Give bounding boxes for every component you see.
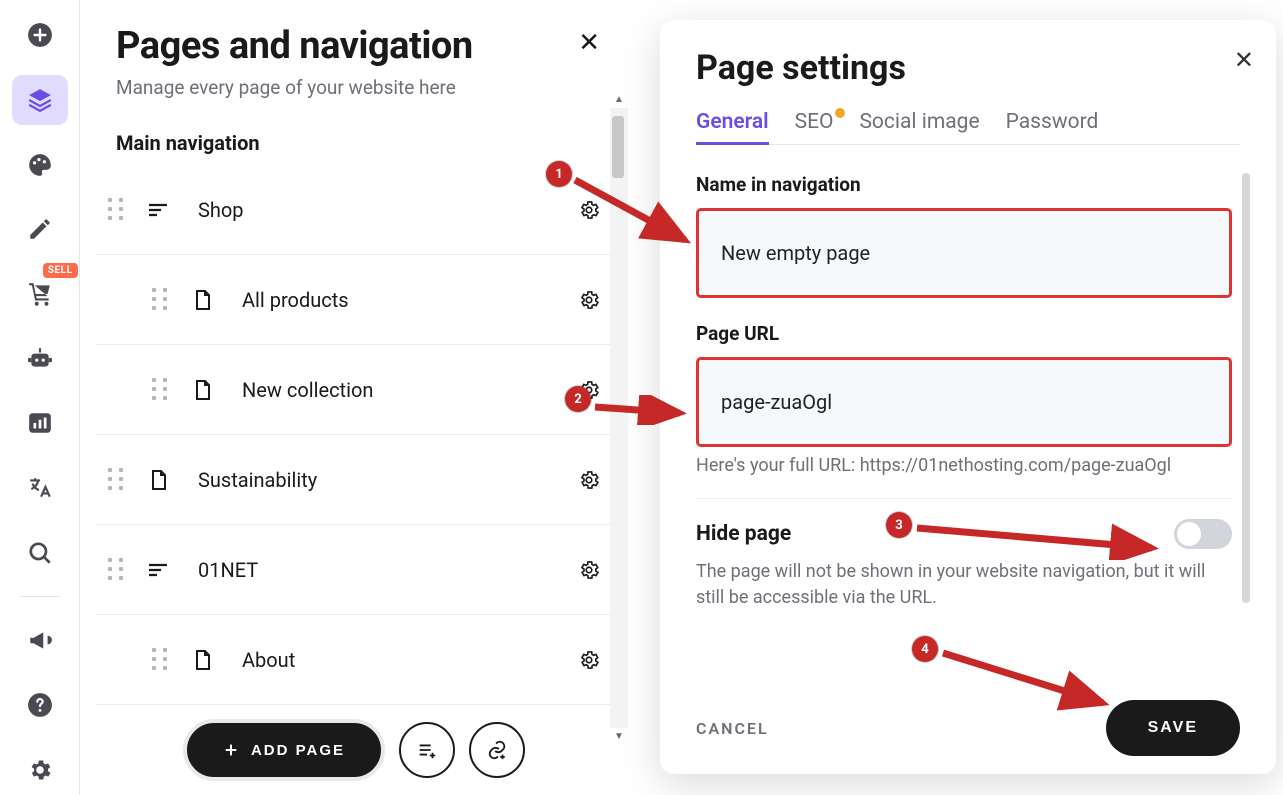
close-icon[interactable]: ✕	[1234, 46, 1254, 74]
tab-social-image[interactable]: Social image	[859, 110, 979, 144]
robot-icon	[27, 346, 53, 372]
plus-circle-icon	[27, 22, 53, 48]
rail-separator	[20, 596, 60, 597]
url-hint: Here's your full URL: https://01nethosti…	[696, 455, 1252, 476]
plus-icon	[223, 742, 239, 758]
add-page-label: ADD PAGE	[251, 742, 345, 759]
page-icon	[190, 648, 214, 672]
rail-settings[interactable]	[12, 744, 68, 795]
megaphone-icon	[27, 627, 53, 653]
rail-store[interactable]: SELL	[12, 269, 68, 320]
rail-search[interactable]	[12, 527, 68, 578]
cart-icon	[27, 281, 53, 307]
annotation-1: 1	[546, 161, 572, 187]
translate-icon	[27, 475, 53, 501]
drag-handle[interactable]	[108, 468, 126, 492]
close-icon[interactable]: ✕	[578, 30, 600, 56]
link-plus-icon	[486, 739, 508, 761]
palette-icon	[27, 152, 53, 178]
annotation-2: 2	[565, 386, 591, 412]
nav-item[interactable]: 01NET	[96, 525, 612, 615]
icon-rail: SELL	[0, 0, 80, 795]
modal-scrollbar[interactable]	[1242, 173, 1252, 653]
name-field-label: Name in navigation	[696, 173, 1252, 196]
nav-list: Shop All products New collection Sustainabi…	[80, 165, 628, 705]
annotation-4: 4	[912, 636, 938, 662]
rail-add[interactable]	[12, 10, 68, 61]
rail-language[interactable]	[12, 463, 68, 514]
rail-announce[interactable]	[12, 615, 68, 666]
gear-icon	[27, 757, 53, 783]
page-icon	[190, 288, 214, 312]
drag-handle[interactable]	[108, 558, 126, 582]
hide-page-description: The page will not be shown in your websi…	[696, 559, 1216, 611]
gear-icon[interactable]	[578, 469, 600, 491]
settings-title: Page settings	[696, 48, 1256, 88]
rail-edit[interactable]	[12, 204, 68, 255]
rail-analytics[interactable]	[12, 398, 68, 449]
menu-icon	[146, 558, 170, 582]
nav-item-label: Sustainability	[198, 468, 578, 492]
url-input[interactable]: page-zuaOgl	[696, 357, 1232, 447]
nav-item[interactable]: Sustainability	[96, 435, 612, 525]
drag-handle[interactable]	[108, 198, 126, 222]
nav-item-label: About	[242, 648, 578, 672]
page-icon	[190, 378, 214, 402]
link-add-button[interactable]	[469, 722, 525, 778]
page-icon	[146, 468, 170, 492]
tab-seo[interactable]: SEO	[795, 110, 834, 144]
settings-tabs: General SEO Social image Password	[696, 110, 1240, 145]
tab-general[interactable]: General	[696, 110, 769, 144]
layers-icon	[27, 87, 53, 113]
nav-item[interactable]: All products	[96, 255, 612, 345]
gear-icon[interactable]	[578, 559, 600, 581]
add-page-button[interactable]: ADD PAGE	[183, 719, 385, 781]
nav-item-label: All products	[242, 288, 578, 312]
drag-handle[interactable]	[152, 648, 170, 672]
rail-ai[interactable]	[12, 333, 68, 384]
nav-item[interactable]: Shop	[96, 165, 612, 255]
chart-icon	[27, 410, 53, 436]
panel-title: Pages and navigation	[116, 24, 592, 68]
hide-page-toggle[interactable]	[1174, 519, 1232, 549]
url-field-label: Page URL	[696, 322, 1252, 345]
pages-panel: Pages and navigation Manage every page o…	[80, 0, 628, 795]
annotation-3: 3	[886, 512, 912, 538]
drag-handle[interactable]	[152, 288, 170, 312]
page-settings-modal: ✕ Page settings General SEO Social image…	[660, 20, 1276, 774]
nav-item-label: New collection	[242, 378, 578, 402]
rail-help[interactable]	[12, 680, 68, 731]
panel-subtitle: Manage every page of your website here	[116, 76, 592, 99]
panel-scrollbar[interactable]: ▲ ▼	[610, 108, 628, 728]
drag-handle[interactable]	[152, 378, 170, 402]
nav-item[interactable]: About	[96, 615, 612, 705]
sell-badge: SELL	[43, 263, 78, 278]
gear-icon[interactable]	[578, 199, 600, 221]
nav-item-label: 01NET	[198, 558, 578, 582]
list-add-button[interactable]	[399, 722, 455, 778]
toggle-knob	[1177, 522, 1201, 546]
nav-item[interactable]: New collection	[96, 345, 612, 435]
edit-icon	[27, 216, 53, 242]
cancel-button[interactable]: CANCEL	[696, 719, 769, 738]
nav-item-label: Shop	[198, 198, 578, 222]
gear-icon[interactable]	[578, 289, 600, 311]
divider	[696, 498, 1232, 499]
menu-icon	[146, 198, 170, 222]
gear-icon[interactable]	[578, 649, 600, 671]
section-label: Main navigation	[80, 131, 628, 155]
tab-password[interactable]: Password	[1006, 110, 1099, 144]
notification-dot-icon	[835, 108, 845, 118]
search-icon	[27, 540, 53, 566]
rail-pages[interactable]	[12, 75, 68, 126]
help-icon	[27, 692, 53, 718]
save-button[interactable]: SAVE	[1106, 700, 1240, 756]
hide-page-label: Hide page	[696, 522, 791, 546]
rail-theme[interactable]	[12, 139, 68, 190]
list-plus-icon	[416, 739, 438, 761]
name-input[interactable]: New empty page	[696, 208, 1232, 298]
